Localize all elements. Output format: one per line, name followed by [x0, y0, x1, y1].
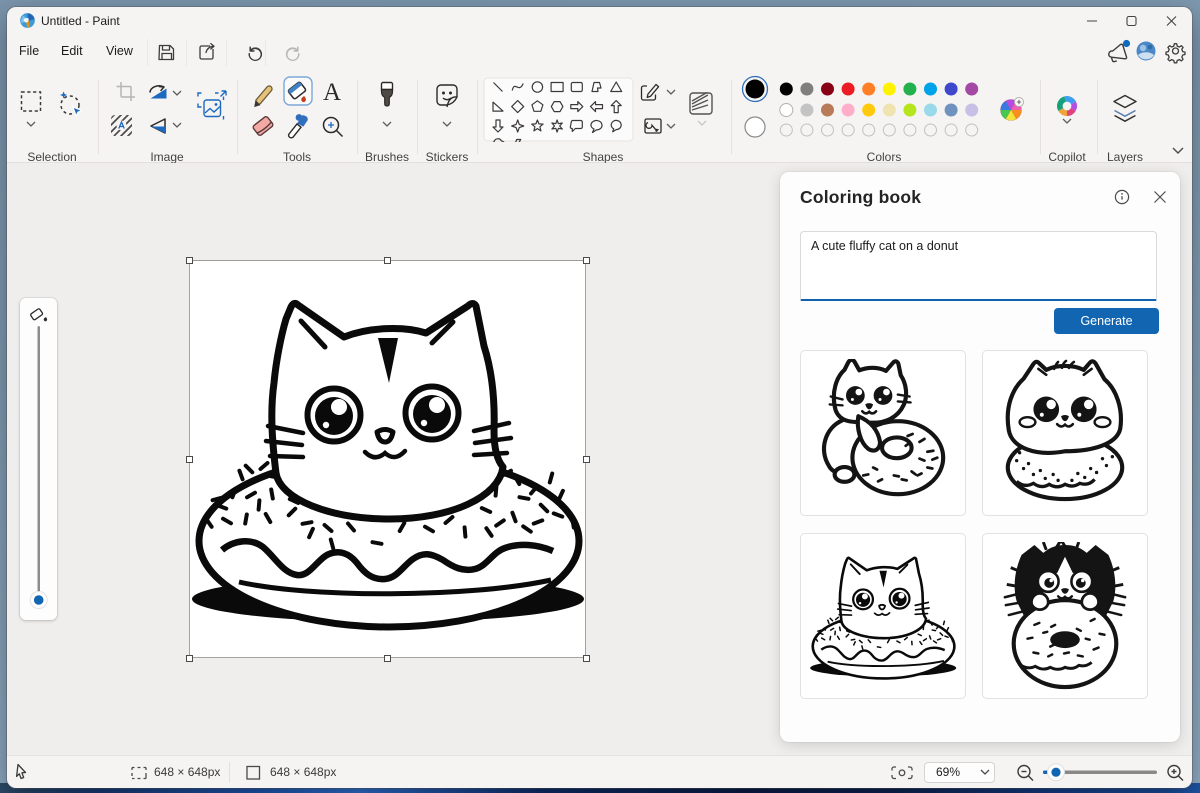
svg-text:A: A [323, 79, 341, 106]
